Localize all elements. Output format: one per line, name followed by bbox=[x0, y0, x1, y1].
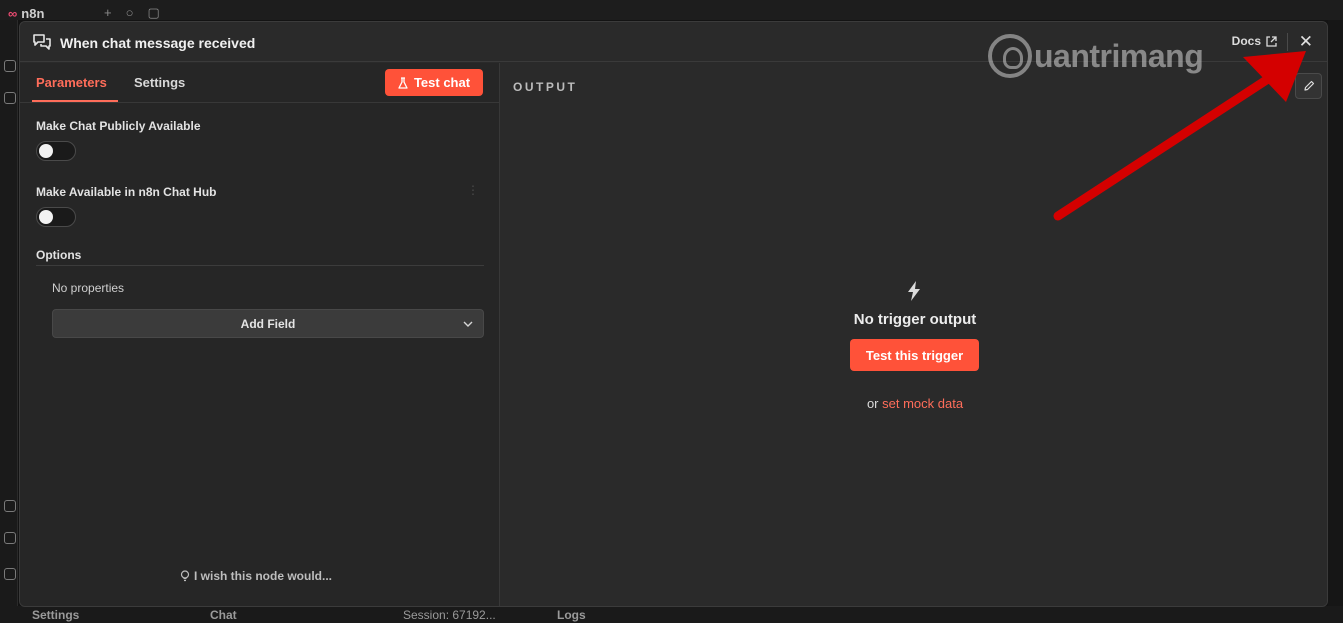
output-panel: OUTPUT No trigger output Test this trigg… bbox=[501, 63, 1327, 606]
watermark-logo: uantrimang bbox=[988, 32, 1204, 80]
app-bottombar: Settings Chat Session: 67192... Logs bbox=[0, 606, 1343, 623]
n8n-logo-icon: ∞ bbox=[8, 6, 18, 21]
canvas-edge bbox=[1328, 20, 1343, 606]
toggle-knob bbox=[39, 144, 53, 158]
topbar-icons: +○▢ bbox=[104, 5, 174, 20]
no-trigger-output-text: No trigger output bbox=[853, 311, 977, 328]
test-trigger-button[interactable]: Test this trigger bbox=[850, 339, 979, 371]
watermark-text: uantrimang bbox=[1034, 37, 1204, 74]
node-details-modal: When chat message received Docs ✕ Parame… bbox=[19, 21, 1328, 607]
chat-hub-toggle[interactable] bbox=[36, 207, 76, 227]
watermark-lightbulb-icon bbox=[988, 34, 1032, 78]
app-logo[interactable]: ∞ n8n bbox=[8, 6, 44, 21]
parameters-panel: Parameters Settings Test chat Make Chat … bbox=[20, 63, 500, 606]
help-icon[interactable] bbox=[4, 568, 16, 580]
options-heading: Options bbox=[36, 248, 82, 262]
docs-link[interactable]: Docs bbox=[1232, 34, 1277, 48]
flask-icon bbox=[398, 76, 408, 89]
lightbulb-icon bbox=[180, 570, 190, 582]
logs-panel-label[interactable]: Logs bbox=[557, 608, 586, 622]
add-field-label: Add Field bbox=[240, 317, 296, 331]
no-properties-text: No properties bbox=[52, 281, 125, 295]
chat-icon[interactable] bbox=[4, 92, 16, 104]
app-topbar: ∞ n8n +○▢ bbox=[0, 0, 1343, 21]
templates-icon[interactable] bbox=[4, 500, 16, 512]
external-link-icon bbox=[1266, 35, 1277, 47]
header-divider bbox=[1287, 33, 1288, 51]
field-options-icon[interactable]: ⋮ bbox=[467, 183, 479, 197]
chevron-down-icon bbox=[463, 321, 473, 327]
chat-bubbles-icon bbox=[33, 34, 51, 50]
options-divider bbox=[36, 265, 484, 266]
insights-icon[interactable] bbox=[4, 532, 16, 544]
chat-panel-label[interactable]: Chat bbox=[210, 608, 237, 622]
tab-settings[interactable]: Settings bbox=[134, 75, 185, 90]
home-icon[interactable] bbox=[4, 60, 16, 72]
set-mock-data-link[interactable]: set mock data bbox=[882, 396, 963, 411]
feedback-link[interactable]: I wish this node would... bbox=[180, 569, 332, 583]
make-public-label: Make Chat Publicly Available bbox=[36, 119, 201, 133]
add-field-dropdown[interactable]: Add Field bbox=[52, 309, 484, 338]
panel-tabs: Parameters Settings Test chat bbox=[20, 63, 500, 103]
empty-output-state: No trigger output Test this trigger or s… bbox=[501, 63, 1327, 606]
close-button[interactable]: ✕ bbox=[1299, 32, 1313, 52]
make-public-toggle[interactable] bbox=[36, 141, 76, 161]
tab-parameters[interactable]: Parameters bbox=[36, 75, 107, 90]
mock-data-line: or set mock data bbox=[866, 396, 964, 411]
app-sidebar bbox=[0, 20, 18, 623]
toggle-knob bbox=[39, 210, 53, 224]
chat-hub-label: Make Available in n8n Chat Hub bbox=[36, 185, 217, 199]
modal-title: When chat message received bbox=[60, 35, 256, 51]
lightning-bolt-icon bbox=[908, 281, 920, 301]
settings-link[interactable]: Settings bbox=[32, 608, 79, 622]
test-chat-button[interactable]: Test chat bbox=[385, 69, 483, 96]
active-tab-indicator bbox=[32, 100, 118, 102]
session-label: Session: 67192... bbox=[403, 608, 496, 622]
